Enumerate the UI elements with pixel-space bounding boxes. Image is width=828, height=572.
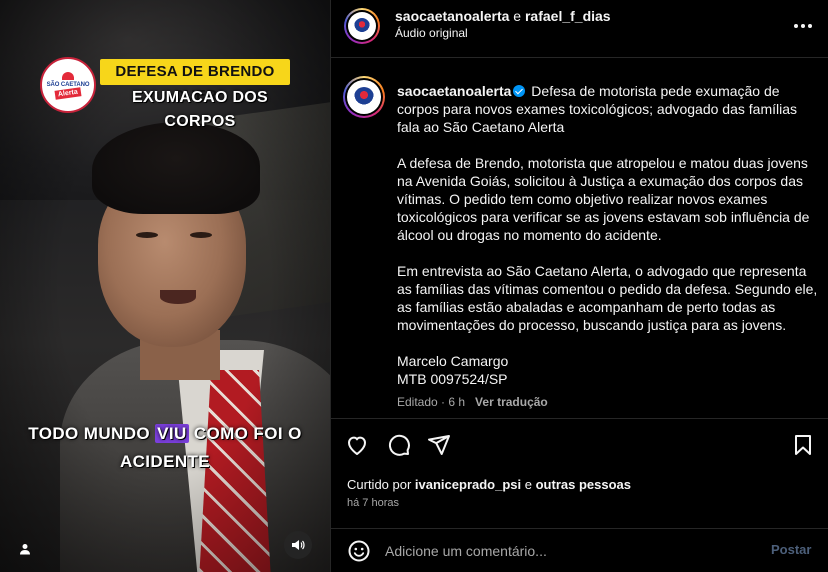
- authors-connector: e: [509, 8, 525, 24]
- author-avatar[interactable]: [344, 8, 380, 44]
- tagged-users-button[interactable]: [12, 536, 38, 562]
- reel-video[interactable]: SÃO CAETANO Alerta DEFESA DE BRENDO QUER…: [0, 0, 330, 572]
- video-subtitle: TODO MUNDO VIU COMO FOI O ACIDENTE: [20, 420, 310, 476]
- save-button[interactable]: [791, 433, 817, 459]
- mute-toggle-button[interactable]: [284, 531, 312, 559]
- emoji-icon: [347, 539, 371, 563]
- caption-section: saocaetanoalerta Defesa de motorista ped…: [331, 58, 828, 418]
- post-header: saocaetanoalerta e rafael_f_dias Áudio o…: [331, 0, 828, 58]
- caption-paragraph-3: Em entrevista ao São Caetano Alerta, o a…: [397, 263, 818, 333]
- comment-button[interactable]: [387, 433, 413, 459]
- caption-lead: saocaetanoalerta Defesa de motorista ped…: [397, 82, 822, 136]
- bookmark-icon: [791, 433, 817, 457]
- heart-icon: [345, 433, 371, 457]
- post-comment-button[interactable]: Postar: [771, 542, 811, 557]
- comment-icon: [387, 433, 413, 457]
- video-headline-line1: DEFESA DE BRENDO QUER: [115, 63, 275, 104]
- liked-by-others-link[interactable]: outras pessoas: [536, 477, 631, 492]
- caption-username-link[interactable]: saocaetanoalerta: [397, 83, 511, 99]
- post-authors: saocaetanoalerta e rafael_f_dias: [395, 8, 611, 24]
- original-audio-link[interactable]: Áudio original: [395, 26, 468, 40]
- edited-timestamp: Editado · 6 h: [397, 395, 466, 409]
- post-time-ago[interactable]: há 7 horas: [347, 497, 399, 509]
- collaborator-username-link[interactable]: rafael_f_dias: [525, 8, 611, 24]
- logo-text-bottom: Alerta: [54, 87, 82, 100]
- logo-sun-shape: [62, 72, 74, 80]
- caption-author-avatar[interactable]: [343, 76, 385, 118]
- subtitle-highlight-word: VIU: [155, 424, 189, 443]
- video-headline-line2: EXUMACAO DOS CORPOS: [131, 89, 269, 130]
- more-options-button[interactable]: [791, 14, 815, 38]
- author-username-link[interactable]: saocaetanoalerta: [395, 8, 509, 24]
- subtitle-text-before: TODO MUNDO: [28, 424, 156, 443]
- caption-signature-mtb: MTB 0097524/SP: [397, 371, 508, 387]
- comment-composer: Postar: [331, 528, 828, 572]
- liked-by-connector: e: [521, 477, 536, 492]
- speaker-icon: [291, 538, 305, 552]
- caption-paragraph-2: A defesa de Brendo, motorista que atrope…: [397, 155, 810, 243]
- caption-signature-name: Marcelo Camargo: [397, 353, 509, 369]
- share-icon: [427, 433, 453, 457]
- share-button[interactable]: [427, 433, 453, 459]
- sao-caetano-alerta-logo: SÃO CAETANO Alerta: [40, 57, 96, 113]
- more-options-icon: [793, 23, 813, 29]
- see-translation-link[interactable]: Ver tradução: [475, 395, 548, 409]
- liked-by-text: Curtido por ivaniceprado_psi e outras pe…: [347, 477, 631, 492]
- post-details-panel: saocaetanoalerta e rafael_f_dias Áudio o…: [330, 0, 828, 572]
- user-tag-icon: [19, 543, 31, 555]
- comment-input[interactable]: [385, 537, 755, 565]
- caption-meta: Editado · 6 h Ver tradução: [397, 395, 548, 409]
- liked-by-prefix: Curtido por: [347, 477, 415, 492]
- emoji-button[interactable]: [347, 539, 371, 563]
- verified-badge-icon: [513, 85, 526, 97]
- like-button[interactable]: [345, 433, 371, 459]
- post-caption: saocaetanoalerta Defesa de motorista ped…: [397, 82, 822, 388]
- liked-by-user-link[interactable]: ivaniceprado_psi: [415, 477, 521, 492]
